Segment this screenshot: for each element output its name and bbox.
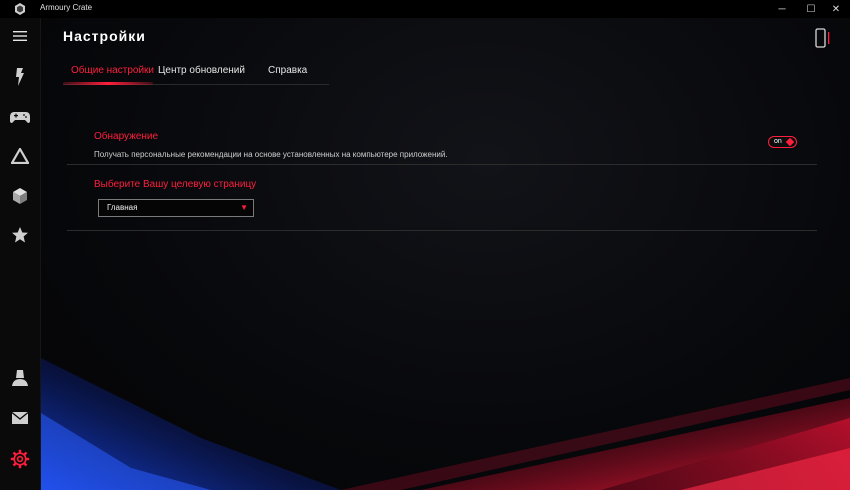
discovery-title: Обнаружение: [94, 131, 159, 142]
dropdown-arrow-icon: ▼: [240, 203, 248, 212]
close-button[interactable]: ✕: [822, 0, 850, 18]
tab-update-center[interactable]: Центр обновлений: [158, 65, 245, 76]
landing-page-title: Выберите Вашу целевую страницу: [94, 179, 257, 190]
menu-button[interactable]: [8, 24, 32, 48]
sidebar-item-home[interactable]: [8, 65, 32, 89]
sidebar-item-featured[interactable]: [8, 223, 32, 247]
maximize-icon: ☐: [806, 3, 816, 15]
sidebar-item-aura[interactable]: [8, 144, 32, 168]
main-content: Настройки Общие настройки Центр обновлен…: [41, 18, 850, 490]
sidebar-item-scenario[interactable]: [8, 184, 32, 208]
cube-icon: [13, 188, 27, 204]
sidebar-item-news[interactable]: [8, 406, 32, 430]
app-title: Armoury Crate: [40, 3, 93, 12]
maximize-button[interactable]: ☐: [797, 0, 825, 18]
page-title: Настройки: [63, 28, 146, 44]
minimize-icon: ─: [778, 3, 786, 15]
landing-page-select[interactable]: Главная ▼: [98, 199, 254, 217]
toggle-knob: [785, 137, 795, 147]
tab-help[interactable]: Справка: [268, 65, 307, 76]
minimize-button[interactable]: ─: [768, 0, 796, 18]
sidebar: [0, 18, 41, 490]
divider: [67, 230, 817, 231]
landing-page-select-value: Главная: [107, 203, 138, 212]
sidebar-item-user-center[interactable]: [8, 366, 32, 390]
gamepad-icon: [10, 112, 30, 123]
phone-device-icon[interactable]: [814, 28, 832, 48]
discovery-toggle[interactable]: on: [768, 136, 797, 148]
toggle-label: on: [774, 138, 782, 145]
title-bar: Armoury Crate ─ ☐ ✕: [0, 0, 850, 18]
settings-tabs: Общие настройки Центр обновлений Справка: [63, 65, 329, 85]
star-icon: [12, 227, 28, 243]
active-tab-indicator: [63, 82, 153, 85]
home-logo-icon: [16, 68, 24, 86]
armoury-crate-logo-icon: [15, 3, 25, 15]
divider: [67, 164, 817, 165]
gear-icon: [10, 449, 30, 469]
hamburger-menu-icon: [13, 31, 27, 41]
close-icon: ✕: [831, 3, 841, 15]
sidebar-item-settings[interactable]: [8, 447, 32, 471]
sidebar-item-game-library[interactable]: [8, 105, 32, 129]
tab-general-settings[interactable]: Общие настройки: [71, 65, 154, 76]
discovery-description: Получать персональные рекомендации на ос…: [94, 150, 448, 159]
user-icon: [12, 370, 28, 386]
mail-icon: [11, 411, 29, 424]
background-art: [41, 358, 850, 490]
aura-triangle-icon: [11, 148, 29, 164]
